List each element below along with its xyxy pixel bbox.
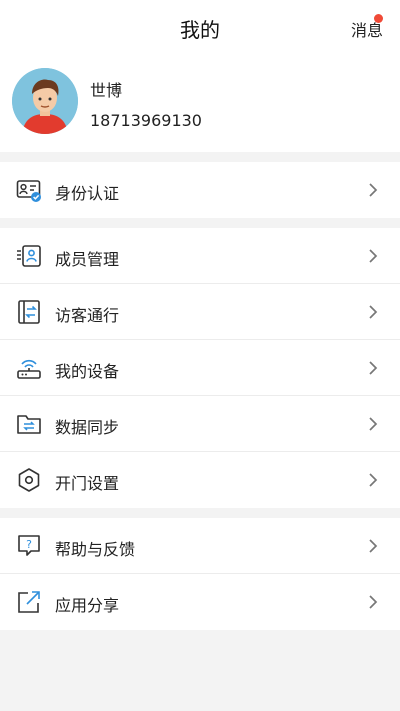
menu-group-identity: 身份认证 <box>0 162 400 218</box>
menu-item-label: 成员管理 <box>55 250 120 269</box>
menu-item-member-management[interactable]: 成员管理 <box>0 228 400 284</box>
menu-group-support: ? 帮助与反馈 应用分享 <box>0 518 400 630</box>
avatar[interactable] <box>12 68 78 134</box>
id-card-icon <box>16 177 42 203</box>
unread-badge <box>374 14 383 23</box>
menu-item-my-devices[interactable]: 我的设备 <box>0 340 400 396</box>
menu-item-app-share[interactable]: 应用分享 <box>0 574 400 630</box>
chevron-right-icon <box>366 595 380 609</box>
menu-item-label: 应用分享 <box>55 596 120 615</box>
chevron-right-icon <box>366 183 380 197</box>
chevron-right-icon <box>366 473 380 487</box>
menu-item-door-settings[interactable]: 开门设置 <box>0 452 400 508</box>
chevron-right-icon <box>366 305 380 319</box>
share-icon <box>16 589 42 615</box>
chevron-right-icon <box>366 361 380 375</box>
menu-item-identity-verification[interactable]: 身份认证 <box>0 162 400 218</box>
menu-item-label: 我的设备 <box>55 362 120 381</box>
menu-item-label: 开门设置 <box>55 474 120 493</box>
menu-item-label: 身份认证 <box>55 184 120 203</box>
chevron-right-icon <box>366 417 380 431</box>
menu-group-home: 成员管理 访客通行 我的设备 数据同步 开门设置 <box>0 228 400 508</box>
visitor-pass-icon <box>16 299 42 325</box>
members-icon <box>16 243 42 269</box>
menu-item-visitor-pass[interactable]: 访客通行 <box>0 284 400 340</box>
folder-sync-icon <box>16 411 42 437</box>
menu-item-data-sync[interactable]: 数据同步 <box>0 396 400 452</box>
chevron-right-icon <box>366 249 380 263</box>
chevron-right-icon <box>366 539 380 553</box>
page-title: 我的 <box>180 18 220 42</box>
menu-item-label: 帮助与反馈 <box>55 540 136 559</box>
hexagon-settings-icon <box>16 467 42 493</box>
user-name: 世博 <box>90 81 123 100</box>
svg-text:?: ? <box>26 538 32 551</box>
profile-card[interactable]: 世博 18713969130 <box>0 56 400 152</box>
menu-item-label: 访客通行 <box>55 306 120 325</box>
top-bar: 我的 消息 <box>0 0 400 56</box>
help-feedback-icon: ? <box>16 533 42 559</box>
router-device-icon <box>16 355 42 381</box>
menu-item-help-feedback[interactable]: ? 帮助与反馈 <box>0 518 400 574</box>
menu-item-label: 数据同步 <box>55 418 120 437</box>
user-phone: 18713969130 <box>90 111 202 130</box>
